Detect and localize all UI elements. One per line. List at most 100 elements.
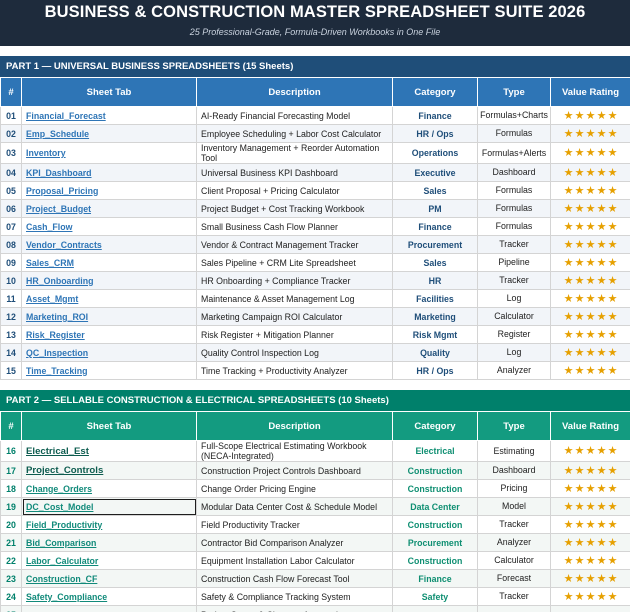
sheet-tab-cell[interactable]: Sales_CRM [21,253,197,272]
sheet-tab-link[interactable]: Project_Budget [26,204,91,214]
value-rating-cell[interactable]: ★★★★★ [550,343,630,362]
sheet-tab-link[interactable]: QC_Inspection [26,348,88,358]
type-cell[interactable]: Calculator [477,307,551,326]
sheet-tab-cell[interactable]: DC_Cost_Model [21,497,197,516]
description-cell[interactable]: HR Onboarding + Compliance Tracker [196,271,393,290]
description-cell[interactable]: Full-Scope Electrical Estimating Workboo… [196,440,393,462]
col-header-sheet-tab[interactable]: Sheet Tab [21,77,197,107]
col-header-category[interactable]: Category [392,411,478,441]
sheet-tab-cell[interactable]: Asset_Mgmt [21,289,197,308]
type-cell[interactable]: Tracker [477,515,551,534]
description-cell[interactable]: Construction Project Controls Dashboard [196,461,393,480]
col-header-value-rating[interactable]: Value Rating [550,411,630,441]
type-cell[interactable]: Estimating [477,440,551,462]
type-cell[interactable]: Register [477,325,551,344]
row-number-cell[interactable]: 17 [0,461,22,480]
description-cell[interactable]: Construction Cash Flow Forecast Tool [196,569,393,588]
sheet-tab-cell[interactable]: Change_Orders [21,479,197,498]
type-cell[interactable]: Pricing [477,479,551,498]
value-rating-cell[interactable]: ★★★★★ [550,325,630,344]
type-cell[interactable]: Formulas+Charts [477,106,551,125]
col-header-num[interactable]: # [0,77,22,107]
sheet-tab-link[interactable]: Financial_Forecast [26,111,106,121]
value-rating-cell[interactable]: ★★★★★ [550,235,630,254]
category-cell[interactable]: Operations [392,142,478,164]
category-cell[interactable]: Finance [392,217,478,236]
type-cell[interactable]: Pipeline [477,253,551,272]
row-number-cell[interactable]: 20 [0,515,22,534]
value-rating-cell[interactable] [550,605,630,612]
category-cell[interactable]: Construction [392,551,478,570]
sheet-tab-link[interactable]: Sales_CRM [26,258,74,268]
sheet-tab-link[interactable]: Time_Tracking [26,366,87,376]
value-rating-cell[interactable]: ★★★★★ [550,199,630,218]
description-cell[interactable]: Change Order Pricing Engine [196,479,393,498]
sheet-tab-link[interactable]: Electrical_Est [26,446,89,457]
type-cell[interactable]: Tracker [477,587,551,606]
description-cell[interactable]: Vendor & Contract Management Tracker [196,235,393,254]
type-cell[interactable]: Dashboard [477,163,551,182]
type-cell[interactable]: Log [477,289,551,308]
type-cell[interactable]: Tracker [477,235,551,254]
sheet-tab-link[interactable]: Change_Orders [26,484,92,494]
type-cell[interactable]: Analyzer [477,361,551,380]
type-cell[interactable]: Formulas [477,199,551,218]
category-cell[interactable]: Marketing [392,307,478,326]
col-header-num[interactable]: # [0,411,22,441]
sheet-tab-cell[interactable]: Marketing_ROI [21,307,197,326]
sheet-tab-cell[interactable]: Field_Productivity [21,515,197,534]
sheet-tab-cell[interactable]: Electrical_Est [21,440,197,462]
row-number-cell[interactable]: 10 [0,271,22,290]
sheet-tab-cell[interactable]: Construction_CF [21,569,197,588]
value-rating-cell[interactable]: ★★★★★ [550,515,630,534]
value-rating-cell[interactable]: ★★★★★ [550,307,630,326]
value-rating-cell[interactable]: ★★★★★ [550,551,630,570]
col-header-type[interactable]: Type [477,77,551,107]
value-rating-cell[interactable]: ★★★★★ [550,253,630,272]
row-number-cell[interactable]: 19 [0,497,22,516]
value-rating-cell[interactable]: ★★★★★ [550,569,630,588]
type-cell[interactable]: Calculator [477,551,551,570]
row-number-cell[interactable]: 04 [0,163,22,182]
value-rating-cell[interactable]: ★★★★★ [550,533,630,552]
row-number-cell[interactable]: 05 [0,181,22,200]
description-cell[interactable]: Project Budget + Cost Tracking Workbook [196,199,393,218]
row-number-cell[interactable]: 22 [0,551,22,570]
col-header-category[interactable]: Category [392,77,478,107]
sheet-tab-cell[interactable]: Project_Budget [21,199,197,218]
type-cell[interactable]: Log [477,343,551,362]
type-cell[interactable]: Analyzer [477,533,551,552]
row-number-cell[interactable]: 23 [0,569,22,588]
row-number-cell[interactable]: 25 [0,605,22,612]
value-rating-cell[interactable]: ★★★★★ [550,497,630,516]
category-cell[interactable]: HR [392,271,478,290]
sheet-tab-link[interactable]: Proposal_Pricing [26,186,98,196]
description-cell[interactable]: Equipment Installation Labor Calculator [196,551,393,570]
category-cell[interactable]: HR / Ops [392,124,478,143]
row-number-cell[interactable]: 11 [0,289,22,308]
value-rating-cell[interactable]: ★★★★★ [550,461,630,480]
col-header-value-rating[interactable]: Value Rating [550,77,630,107]
value-rating-cell[interactable]: ★★★★★ [550,106,630,125]
value-rating-cell[interactable]: ★★★★★ [550,142,630,164]
sheet-tab-link[interactable]: Inventory [26,148,66,158]
sheet-tab-cell[interactable]: Emp_Schedule [21,124,197,143]
sheet-tab-cell[interactable]: Project_Controls [21,461,197,480]
col-header-sheet-tab[interactable]: Sheet Tab [21,411,197,441]
description-cell[interactable]: Project Status & Closeout Automation [196,605,393,612]
category-cell[interactable]: Procurement [392,235,478,254]
category-cell[interactable]: PM [392,199,478,218]
description-cell[interactable]: Modular Data Center Cost & Schedule Mode… [196,497,393,516]
description-cell[interactable]: AI-Ready Financial Forecasting Model [196,106,393,125]
description-cell[interactable]: Risk Register + Mitigation Planner [196,325,393,344]
value-rating-cell[interactable]: ★★★★★ [550,181,630,200]
type-cell[interactable]: Formulas+Alerts [477,142,551,164]
category-cell[interactable]: Finance [392,569,478,588]
row-number-cell[interactable]: 03 [0,142,22,164]
sheet-tab-cell[interactable]: HR_Onboarding [21,271,197,290]
sheet-tab-link[interactable]: HR_Onboarding [26,276,93,286]
row-number-cell[interactable]: 08 [0,235,22,254]
value-rating-cell[interactable]: ★★★★★ [550,479,630,498]
value-rating-cell[interactable]: ★★★★★ [550,361,630,380]
category-cell[interactable]: Procurement [392,533,478,552]
